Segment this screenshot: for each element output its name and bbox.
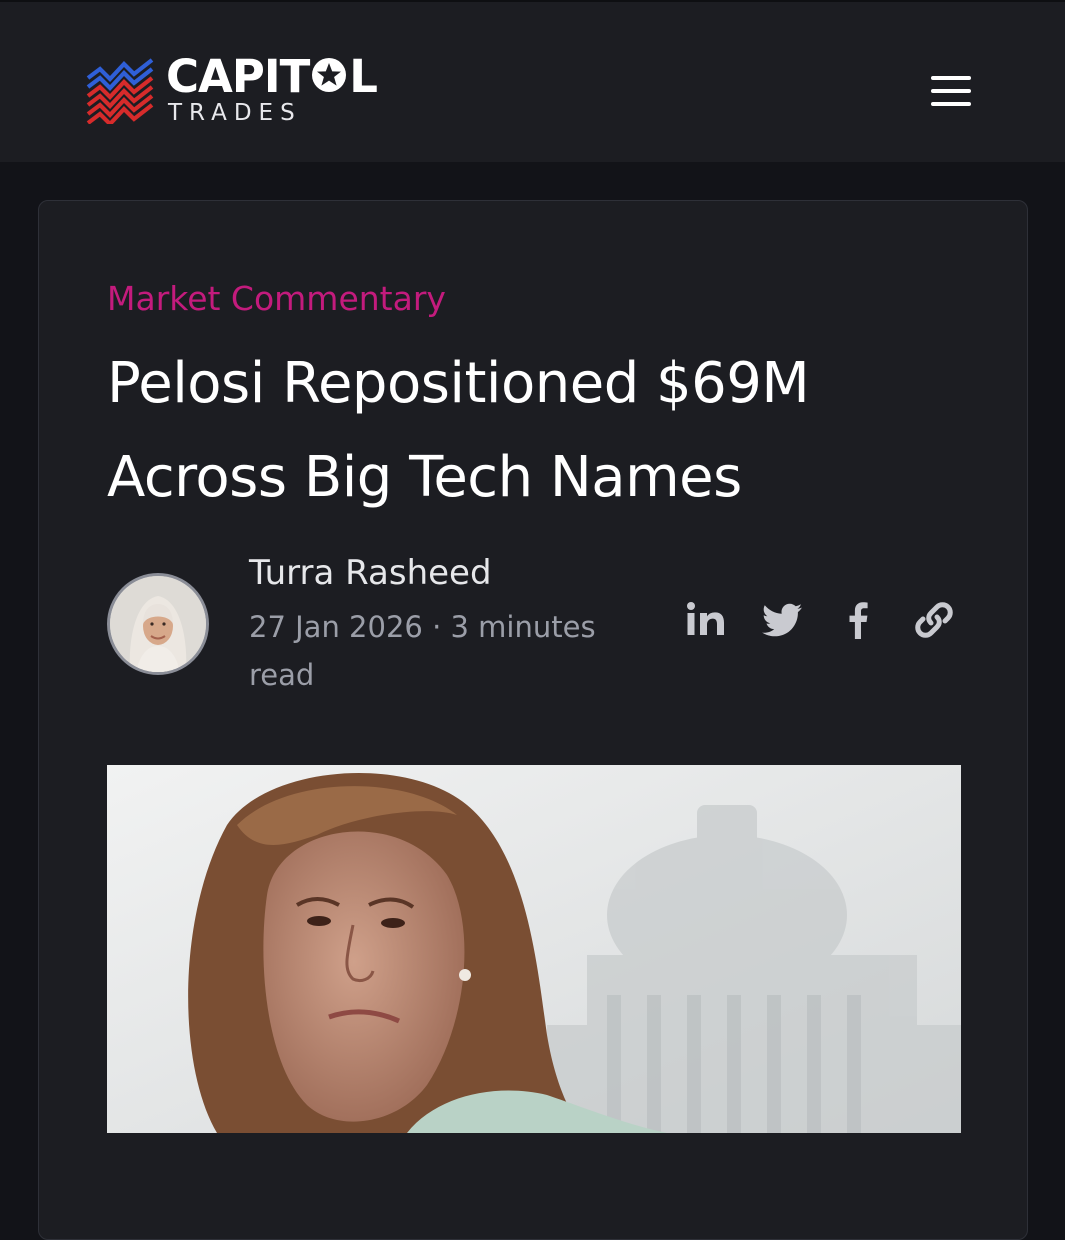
logo-word-left: CAPIT (166, 50, 310, 103)
author-portrait-image (110, 576, 206, 672)
capitol-trades-logo[interactable]: CAPIT L TRADES (86, 50, 416, 132)
author-name-link[interactable]: Turra Rasheed (249, 551, 492, 595)
article-hero-image (107, 765, 961, 1133)
linkedin-icon[interactable] (683, 597, 729, 643)
article-card: Market Commentary Pelosi Repositioned $6… (38, 200, 1028, 1240)
logo-subtitle: TRADES (168, 100, 302, 126)
logo-wordmark: CAPIT L (166, 50, 378, 103)
article-title: Pelosi Repositioned $69M Across Big Tech… (107, 351, 810, 510)
twitter-icon[interactable] (759, 597, 805, 643)
hero-photo (107, 765, 961, 1133)
article-date-read-time: 27 Jan 2026 · 3 minutes read (249, 610, 596, 692)
hamburger-menu-icon[interactable] (928, 72, 974, 110)
top-navigation-bar: CAPIT L TRADES (0, 0, 1065, 162)
star-icon (312, 58, 347, 92)
author-avatar[interactable] (107, 573, 209, 675)
logo-word-right: L (349, 50, 378, 103)
logo-flag-icon (86, 58, 154, 124)
link-icon[interactable] (911, 597, 957, 643)
facebook-icon[interactable] (835, 597, 881, 643)
article-category-link[interactable]: Market Commentary (107, 277, 446, 321)
